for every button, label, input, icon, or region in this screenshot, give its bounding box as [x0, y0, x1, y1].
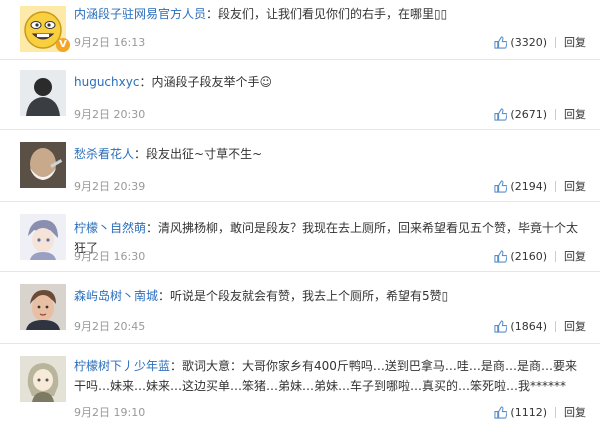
comment-time: 9月2日 20:30	[74, 108, 146, 121]
thumbs-up-icon	[494, 249, 508, 263]
comment-time: 9月2日 19:10	[74, 406, 146, 419]
comment-item: huguchxyc：内涵段子段友举个手☺ 9月2日 20:30 (2671) 回…	[0, 60, 600, 130]
like-button[interactable]: (2160)	[494, 250, 547, 263]
comment-item: 愁杀看花人：段友出征~寸草不生~ 9月2日 20:39 (2194) 回复	[0, 130, 600, 202]
like-count: (1864)	[510, 319, 547, 333]
username-link[interactable]: 森屿岛树丶南城	[74, 289, 158, 303]
anime-girl-avatar[interactable]	[20, 356, 66, 402]
thumbs-up-icon	[494, 107, 508, 121]
like-button[interactable]: (3320)	[494, 36, 547, 49]
like-button[interactable]: (1112)	[494, 406, 547, 419]
divider	[555, 250, 556, 262]
anime-boy-avatar[interactable]	[20, 214, 66, 260]
like-button[interactable]: (2194)	[494, 180, 547, 193]
comment-time: 9月2日 20:39	[74, 180, 146, 193]
divider	[555, 108, 556, 120]
reply-button[interactable]: 回复	[564, 34, 586, 50]
comment-item: V 内涵段子驻网易官方人员：段友们，让我们看见你们的右手，在哪里▯▯ 9月2日 …	[0, 0, 600, 60]
like-count: (2194)	[510, 179, 547, 193]
comment-text: 听说是个段友就会有赞，我去上个厕所，希望有5赞▯	[170, 289, 449, 303]
comment-text: 段友出征~寸草不生~	[146, 147, 263, 161]
comment-item: 柠檬树下丿少年蓝：歌词大意：大哥你家乡有400斤鸭吗…送到巴拿马…哇…是商…是商…	[0, 344, 600, 425]
thumbs-up-icon	[494, 35, 508, 49]
comment-item: 森屿岛树丶南城：听说是个段友就会有赞，我去上个厕所，希望有5赞▯ 9月2日 20…	[0, 272, 600, 344]
comment-item: 柠檬丶自然萌：清风拂杨柳，敢问是段友？我现在去上厕所，回来希望看见五个赞，毕竟十…	[0, 202, 600, 272]
thumbs-up-icon	[494, 179, 508, 193]
person-back-avatar[interactable]	[20, 70, 66, 116]
divider	[555, 320, 556, 332]
comment-text: 段友们，让我们看见你们的右手，在哪里▯▯	[218, 7, 448, 21]
comment-time: 9月2日 20:45	[74, 320, 146, 333]
young-man-avatar[interactable]	[20, 284, 66, 330]
username-link[interactable]: huguchxyc	[74, 75, 139, 89]
divider	[555, 180, 556, 192]
shaving-face-avatar[interactable]	[20, 142, 66, 188]
comment-text: 内涵段子段友举个手☺	[151, 75, 272, 89]
username-link[interactable]: 愁杀看花人	[74, 147, 134, 161]
username-link[interactable]: 内涵段子驻网易官方人员	[74, 7, 206, 21]
divider	[555, 406, 556, 418]
reply-button[interactable]: 回复	[564, 106, 586, 122]
reply-button[interactable]: 回复	[564, 318, 586, 334]
like-button[interactable]: (2671)	[494, 108, 547, 121]
thumbs-up-icon	[494, 319, 508, 333]
like-count: (1112)	[510, 405, 547, 419]
verified-badge: V	[56, 38, 70, 52]
comment-list: V 内涵段子驻网易官方人员：段友们，让我们看见你们的右手，在哪里▯▯ 9月2日 …	[0, 0, 600, 425]
comment-time: 9月2日 16:13	[74, 36, 146, 49]
like-count: (2671)	[510, 107, 547, 121]
like-count: (2160)	[510, 249, 547, 263]
like-count: (3320)	[510, 35, 547, 49]
like-button[interactable]: (1864)	[494, 320, 547, 333]
username-link[interactable]: 柠檬丶自然萌	[74, 221, 146, 235]
comment-time: 9月2日 16:30	[74, 250, 146, 263]
divider	[555, 36, 556, 48]
reply-button[interactable]: 回复	[564, 404, 586, 420]
reply-button[interactable]: 回复	[564, 178, 586, 194]
username-link[interactable]: 柠檬树下丿少年蓝	[74, 359, 170, 373]
thumbs-up-icon	[494, 405, 508, 419]
reply-button[interactable]: 回复	[564, 248, 586, 264]
